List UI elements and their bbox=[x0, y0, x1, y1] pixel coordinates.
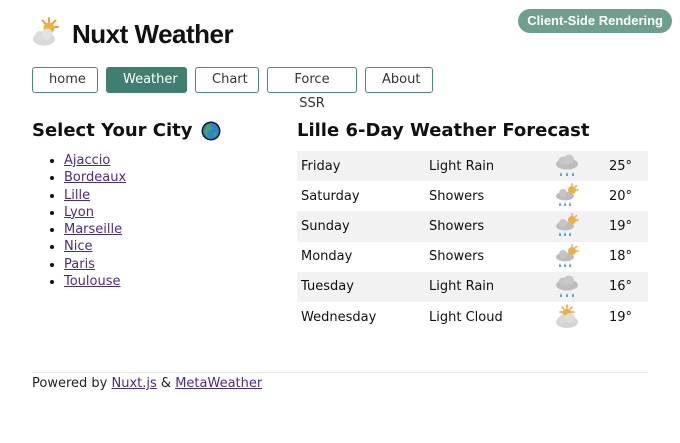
nav-force-ssr[interactable]: Force SSR bbox=[267, 67, 357, 111]
forecast-condition: Light Rain bbox=[429, 279, 495, 295]
forecast-day: Wednesday bbox=[301, 309, 377, 325]
list-item: Nice bbox=[64, 238, 126, 255]
forecast-temp: 19° bbox=[609, 218, 633, 234]
forecast-table: Friday Light Rain 25° Saturday Showers 2… bbox=[297, 151, 648, 332]
forecast-condition: Showers bbox=[429, 188, 485, 204]
table-row: Wednesday Light Cloud 19° bbox=[297, 302, 648, 332]
showers-icon bbox=[556, 213, 579, 237]
city-link-bordeaux[interactable]: Bordeaux bbox=[64, 170, 126, 185]
list-item: Paris bbox=[64, 256, 126, 273]
forecast-temp: 18° bbox=[609, 249, 633, 265]
city-link-ajaccio[interactable]: Ajaccio bbox=[64, 153, 110, 168]
nuxt-link[interactable]: Nuxt.js bbox=[112, 376, 157, 391]
footer: Powered by Nuxt.js & MetaWeather bbox=[32, 376, 262, 391]
globe-icon bbox=[201, 121, 221, 140]
forecast-condition: Showers bbox=[429, 249, 485, 265]
list-item: Lille bbox=[64, 187, 126, 204]
city-link-lille[interactable]: Lille bbox=[64, 188, 90, 203]
table-row: Sunday Showers 19° bbox=[297, 211, 648, 242]
forecast-condition: Light Rain bbox=[429, 158, 495, 174]
table-row: Monday Showers 18° bbox=[297, 242, 648, 272]
city-link-toulouse[interactable]: Toulouse bbox=[64, 274, 121, 289]
forecast-title: Lille 6-Day Weather Forecast bbox=[297, 120, 590, 141]
forecast-condition: Showers bbox=[429, 218, 485, 234]
table-row: Saturday Showers 20° bbox=[297, 181, 648, 211]
showers-icon bbox=[556, 243, 579, 267]
nav-home[interactable]: home bbox=[32, 67, 98, 93]
nav-chart[interactable]: Chart bbox=[195, 67, 259, 93]
city-title-text: Select Your City bbox=[32, 120, 193, 141]
list-item: Lyon bbox=[64, 204, 126, 221]
city-link-nice[interactable]: Nice bbox=[64, 239, 92, 254]
city-link-paris[interactable]: Paris bbox=[64, 257, 95, 272]
footer-separator: & bbox=[160, 376, 172, 391]
forecast-temp: 19° bbox=[609, 309, 633, 325]
forecast-day: Saturday bbox=[301, 188, 360, 204]
forecast-day: Friday bbox=[301, 158, 341, 174]
sun-behind-cloud-icon bbox=[33, 17, 59, 46]
forecast-day: Tuesday bbox=[301, 279, 354, 295]
metaweather-link[interactable]: MetaWeather bbox=[175, 376, 262, 391]
forecast-temp: 25° bbox=[609, 158, 633, 174]
forecast-temp: 16° bbox=[609, 279, 633, 295]
app-header: Nuxt Weather Client-Side Rendering bbox=[0, 0, 680, 60]
footer-divider bbox=[32, 372, 648, 373]
city-section-title: Select Your City bbox=[32, 120, 221, 141]
list-item: Marseille bbox=[64, 221, 126, 238]
table-row: Friday Light Rain 25° bbox=[297, 151, 648, 182]
light-rain-icon bbox=[556, 154, 578, 177]
forecast-day: Monday bbox=[301, 249, 353, 265]
showers-icon bbox=[556, 183, 579, 207]
table-row: Tuesday Light Rain 16° bbox=[297, 271, 648, 302]
forecast-condition: Light Cloud bbox=[429, 309, 503, 325]
list-item: Toulouse bbox=[64, 273, 126, 290]
city-link-marseille[interactable]: Marseille bbox=[64, 222, 122, 237]
app-title: Nuxt Weather bbox=[72, 19, 234, 49]
rendering-mode-badge: Client-Side Rendering bbox=[518, 9, 672, 33]
nav-weather[interactable]: Weather bbox=[106, 67, 187, 93]
city-list: Ajaccio Bordeaux Lille Lyon Marseille Ni… bbox=[32, 152, 126, 290]
light-rain-icon bbox=[556, 275, 578, 297]
nav-about[interactable]: About bbox=[365, 67, 433, 93]
main-nav: home Weather Chart Force SSR About bbox=[32, 67, 433, 111]
light-cloud-icon bbox=[556, 304, 578, 329]
forecast-temp: 20° bbox=[609, 188, 633, 204]
list-item: Bordeaux bbox=[64, 169, 126, 186]
footer-prefix: Powered by bbox=[32, 376, 108, 391]
list-item: Ajaccio bbox=[64, 152, 126, 169]
forecast-day: Sunday bbox=[301, 218, 350, 234]
city-link-lyon[interactable]: Lyon bbox=[64, 205, 94, 220]
